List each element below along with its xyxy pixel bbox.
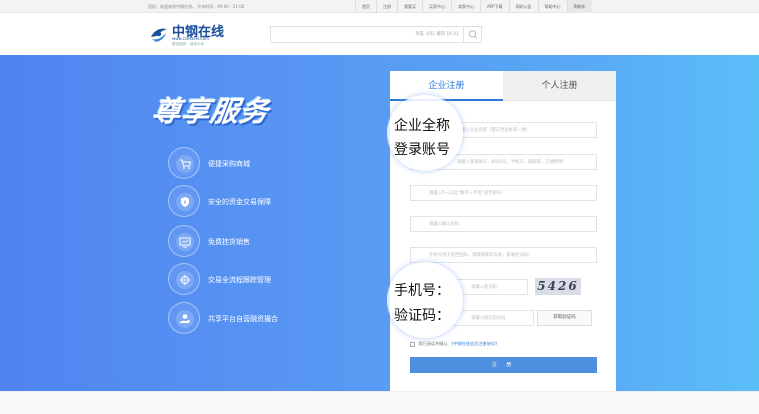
agreement-row: 我已阅读并确认 《中钢在线会员注册协议》 (410, 341, 499, 347)
feature-label: 安全的资金交易保障 (208, 198, 271, 206)
feature-label: 免费挂货销售 (208, 238, 250, 246)
field-placeholder: 请输入企业名称（需与营业执照一致） (457, 128, 531, 133)
feature-ring (168, 263, 200, 295)
field-placeholder: 请输入短信验证码 (471, 316, 506, 321)
field-placeholder: 请输入登录账号，如QQ号、手机号、邮箱等，方便使用！ (457, 160, 567, 165)
magnifier-label: 手机号： (394, 283, 450, 299)
search-icon (468, 30, 478, 39)
magnifier-label: 企业全称 (394, 118, 450, 134)
field-placeholder: 请输入验证码 (471, 285, 497, 290)
nav-home[interactable]: 首页 (355, 0, 376, 13)
logo-slogan: 服务钢铁 · 诚信为本 (172, 42, 205, 46)
nav-app-download[interactable]: APP下载 (480, 0, 509, 13)
phone-field[interactable]: 手机号用于找回密码，请确保真实有效，接收验证码！ (410, 247, 597, 263)
search-placeholder: 热轧 冷轧 镀锌 DC01 (415, 32, 459, 37)
target-icon (176, 271, 194, 289)
feature-item: 共享平台自营融资撮合 (168, 302, 348, 334)
magnifier-overlay-bottom: 手机号： 验证码： (387, 262, 463, 338)
hand-coin-icon (176, 310, 194, 328)
feature-ring (168, 147, 200, 179)
password-field[interactable]: 请输入6~12位“数字＋字母”组合密码！ (410, 185, 597, 201)
magnifier-label: 登录账号 (394, 142, 450, 158)
feature-item: 交易全流程跟踪管理 (168, 263, 348, 295)
confirm-password-field[interactable]: 请输入确认密码 (410, 216, 597, 232)
hero-banner (0, 55, 759, 391)
nav-buy[interactable]: 我要买 (397, 0, 422, 13)
shield-icon: ¥ (176, 193, 194, 211)
feature-label: 交易全流程跟踪管理 (208, 276, 271, 284)
field-placeholder: 手机号用于找回密码，请确保真实有效，接收验证码！ (429, 253, 533, 258)
magnifier-label: 验证码： (394, 308, 450, 324)
feature-ring (168, 302, 200, 334)
monitor-icon (176, 233, 194, 251)
nav-help-center[interactable]: 帮助中心 (537, 0, 567, 13)
svg-text:¥: ¥ (184, 200, 187, 205)
agree-checkbox[interactable] (410, 341, 415, 347)
logo-url: www.csesteel.com (172, 36, 209, 41)
greeting-text: 您好，欢迎来到中钢在线。 开市时间：09:00 - 21:00 (148, 4, 245, 9)
feature-ring: ¥ (168, 185, 200, 217)
nav-register[interactable]: 注册 (376, 0, 397, 13)
captcha-image[interactable]: 5426 (535, 278, 581, 295)
feature-item: 便捷采购商城 (168, 147, 348, 179)
site-header: 中钢在线 www.csesteel.com 服务钢铁 · 诚信为本 热轧 冷轧 … (0, 13, 759, 55)
feature-label: 便捷采购商城 (208, 160, 250, 168)
search-input[interactable]: 热轧 冷轧 镀锌 DC01 (270, 26, 482, 43)
field-placeholder: 请输入6~12位“数字＋字母”组合密码！ (429, 191, 506, 196)
field-placeholder: 请输入确认密码 (429, 222, 460, 227)
magnifier-overlay-top: 企业全称 登录账号 (387, 95, 463, 171)
nav-buyer-center[interactable]: 买家中心 (422, 0, 451, 13)
feature-item: 免费挂货销售 (168, 225, 348, 257)
nav-seller-center[interactable]: 卖家中心 (451, 0, 480, 13)
hero-title: 尊享服务 (150, 95, 272, 128)
tab-personal[interactable]: 个人注册 (503, 71, 616, 101)
cart-icon (176, 155, 194, 173)
register-submit-button[interactable]: 注 册 (410, 357, 597, 373)
tab-enterprise[interactable]: 企业注册 (390, 71, 503, 101)
top-bar: 您好，欢迎来到中钢在线。 开市时间：09:00 - 21:00 首页 注册 我要… (0, 0, 759, 13)
feature-label: 共享平台自营融资撮合 (208, 315, 278, 323)
nav-cart[interactable]: 购物车 (566, 0, 592, 13)
feature-item: ¥ 安全的资金交易保障 (168, 185, 348, 217)
get-sms-code-button[interactable]: 获取验证码 (537, 310, 592, 326)
top-nav: 首页 注册 我要买 买家中心 卖家中心 APP下载 网站公告 帮助中心 购物车 (355, 0, 592, 13)
site-logo[interactable]: 中钢在线 www.csesteel.com 服务钢铁 · 诚信为本 (148, 21, 238, 49)
search-button[interactable] (463, 27, 481, 42)
nav-announcements[interactable]: 网站公告 (508, 0, 538, 13)
agree-text: 我已阅读并确认 (418, 341, 448, 346)
logo-mark-icon (151, 28, 167, 42)
feature-ring (168, 225, 200, 257)
agreement-link[interactable]: 《中钢在线会员注册协议》 (449, 341, 499, 346)
page-footer (0, 391, 759, 414)
